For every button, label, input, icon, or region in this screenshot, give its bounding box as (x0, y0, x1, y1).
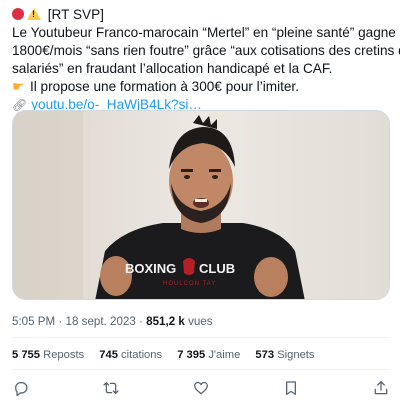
like-button[interactable] (191, 378, 211, 398)
tweet-line-2: 1800€/mois “sans rien foutre” grâce “aux… (12, 43, 400, 58)
tweet-header-line: [RT SVP] (12, 6, 392, 24)
bookmarks-count: 573 (255, 349, 275, 361)
tweet-meta: 5:05 PM · 18 sept. 2023 · 851,2 k vues (12, 315, 213, 328)
bookmarks-stat[interactable]: 573 Signets (255, 349, 314, 361)
shirt-subtext: HOULCON TAY (163, 281, 216, 287)
tweet-tag: [RT SVP] (47, 7, 104, 22)
meta-separator-1: · (58, 315, 63, 328)
formation-text: Il propose une formation à 300€ pour l’i… (29, 79, 299, 94)
repost-button[interactable] (101, 378, 121, 398)
quotes-label: citations (121, 349, 163, 361)
tweet-stats: 5 755 Reposts 745 citations 7 395 J'aime… (12, 349, 327, 361)
meta-separator-2: · (139, 315, 143, 328)
likes-count: 7 395 (177, 349, 206, 361)
share-icon (374, 381, 388, 395)
likes-stat[interactable]: 7 395 J'aime (177, 349, 240, 361)
video-thumbnail[interactable]: BOXING CLUB HOULCON TAY (12, 110, 390, 300)
bookmarks-label: Signets (277, 349, 315, 361)
tweet-actions (0, 378, 400, 398)
reposts-label: Reposts (43, 349, 85, 361)
shirt-text-left: BOXING (125, 261, 176, 276)
bookmark-icon (286, 381, 296, 395)
person-right-hand (254, 257, 288, 297)
tweet-text: [RT SVP] Le Youtubeur Franco-marocain “M… (12, 6, 400, 114)
likes-label: J'aime (208, 349, 241, 361)
tweet-line-1: Le Youtubeur Franco-marocain “Mertel” en… (12, 25, 396, 40)
tweet-date[interactable]: 18 sept. 2023 (66, 315, 136, 328)
divider-bottom (12, 369, 390, 370)
views-label: vues (188, 315, 213, 328)
tweet-line-3: salariés” en fraudant l’allocation handi… (12, 61, 333, 76)
red-circle-icon (12, 8, 24, 20)
video-frame: BOXING CLUB HOULCON TAY (13, 111, 389, 299)
bookmark-button[interactable] (281, 378, 301, 398)
reply-icon (15, 382, 28, 396)
reply-button[interactable] (11, 378, 31, 398)
warning-icon (27, 8, 41, 20)
divider-top (12, 337, 390, 338)
repost-icon (103, 382, 119, 394)
quotes-count: 745 (99, 349, 118, 361)
views-count: 851,2 k (146, 315, 185, 328)
pointing-hand-icon: ☛ (12, 79, 25, 94)
tweet-time[interactable]: 5:05 PM (12, 315, 55, 328)
tweet-formation-line: ☛ Il propose une formation à 300€ pour l… (12, 78, 392, 96)
reposts-count: 5 755 (12, 349, 40, 361)
reposts-stat[interactable]: 5 755 Reposts (12, 349, 84, 361)
quotes-stat[interactable]: 745 citations (99, 349, 162, 361)
share-button[interactable] (371, 378, 391, 398)
shirt-text-right: CLUB (199, 261, 235, 276)
like-icon (194, 381, 208, 395)
